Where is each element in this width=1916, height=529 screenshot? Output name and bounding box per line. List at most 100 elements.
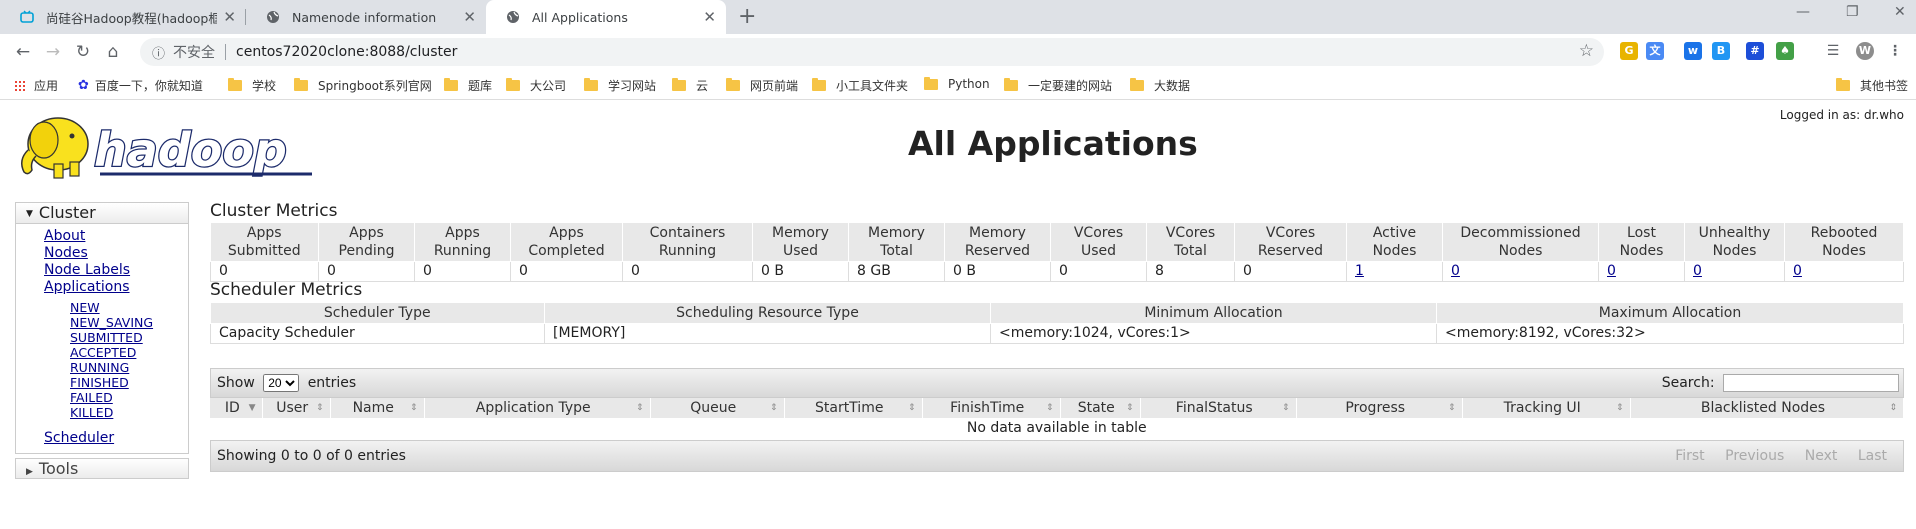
- bookmark-baidu[interactable]: ✿ 百度一下，你就知道: [78, 77, 203, 94]
- sidebar-item-running[interactable]: RUNNING: [70, 360, 129, 375]
- address-bar[interactable]: ⓘ 不安全 centos72020clone:8088/cluster ☆: [140, 38, 1604, 66]
- sort-icon: ⇕: [1889, 403, 1897, 413]
- header-unhealthy-nodes: Unhealthy Nodes: [1684, 223, 1785, 262]
- bookmark-folder-cloud[interactable]: 云: [672, 77, 708, 94]
- entries-select[interactable]: 20: [263, 374, 300, 392]
- hadoop-logo[interactable]: hadoop: [16, 106, 316, 186]
- sidebar-item-killed[interactable]: KILLED: [70, 405, 113, 420]
- sidebar-section-cluster[interactable]: ▼ Cluster: [16, 203, 188, 224]
- sidebar-item-new-saving[interactable]: NEW_SAVING: [70, 315, 153, 330]
- sidebar-item-about[interactable]: About: [44, 228, 85, 244]
- sort-icon: ⇕: [1615, 403, 1624, 413]
- search-input[interactable]: [1723, 374, 1899, 392]
- column-header-user[interactable]: User ⇕: [262, 398, 331, 419]
- bookmark-folder-tools[interactable]: 小工具文件夹: [812, 77, 908, 94]
- maximum-allocation-value: <memory:8192, vCores:32>: [1436, 323, 1904, 344]
- bookmark-label: 网页前端: [750, 79, 799, 93]
- browser-toolbar: ← → ↻ ⌂ ⓘ 不安全 centos72020clone:8088/clus…: [0, 34, 1916, 70]
- home-icon[interactable]: ⌂: [98, 42, 128, 62]
- header-containers-running: Containers Running: [622, 223, 753, 262]
- caret-right-icon: ▶: [26, 467, 33, 477]
- column-header-finishtime[interactable]: FinishTime ⇕: [922, 398, 1061, 419]
- metric-value-unhealthy-nodes: 0: [1684, 261, 1785, 282]
- bookmark-folder-questions[interactable]: 题库: [444, 77, 492, 94]
- sidebar-item-failed[interactable]: FAILED: [70, 390, 113, 405]
- pager-first[interactable]: First: [1675, 448, 1704, 464]
- info-icon[interactable]: ⓘ: [152, 43, 165, 62]
- column-header-tracking-ui[interactable]: Tracking UI ⇕: [1462, 398, 1631, 419]
- column-header-finalstatus[interactable]: FinalStatus ⇕: [1140, 398, 1297, 419]
- extension-hash-icon[interactable]: #: [1746, 42, 1764, 60]
- bookmark-folder-python[interactable]: Python: [924, 76, 990, 91]
- pager-previous[interactable]: Previous: [1725, 448, 1784, 464]
- nodes-link[interactable]: 0: [1451, 263, 1460, 279]
- bookmark-apps[interactable]: 应用: [14, 77, 58, 94]
- extension-w-icon[interactable]: w: [1684, 42, 1702, 60]
- bilibili-icon: [20, 10, 34, 23]
- bookmark-star-icon[interactable]: ☆: [1579, 41, 1594, 61]
- column-header-name[interactable]: Name ⇕: [330, 398, 425, 419]
- page-title: All Applications: [908, 124, 1198, 163]
- sidebar-item-node-labels[interactable]: Node Labels: [44, 262, 130, 278]
- column-header-state[interactable]: State ⇕: [1060, 398, 1141, 419]
- extension-b-icon[interactable]: B: [1712, 42, 1730, 60]
- sidebar-item-scheduler[interactable]: Scheduler: [44, 430, 114, 446]
- bookmark-folder-learning[interactable]: 学习网站: [584, 77, 656, 94]
- bookmark-folder-bigdata[interactable]: 大数据: [1130, 77, 1190, 94]
- nodes-link[interactable]: 0: [1607, 263, 1616, 279]
- tab-namenode-information[interactable]: Namenode information ✕: [246, 0, 486, 34]
- column-header-starttime[interactable]: StartTime ⇕: [784, 398, 923, 419]
- close-icon[interactable]: ✕: [223, 8, 236, 26]
- nodes-link[interactable]: 1: [1355, 263, 1364, 279]
- bookmark-folder-frontend[interactable]: 网页前端: [726, 77, 798, 94]
- column-header-id[interactable]: ID ▼: [210, 398, 263, 419]
- header-minimum-allocation: Minimum Allocation: [990, 303, 1437, 324]
- extension-g-icon[interactable]: G: [1620, 42, 1638, 60]
- column-header-queue[interactable]: Queue ⇕: [650, 398, 785, 419]
- bookmark-folder-school[interactable]: 学校: [228, 77, 276, 94]
- sort-icon: ⇕: [1281, 403, 1290, 413]
- back-icon[interactable]: ←: [8, 42, 38, 62]
- tab-hadoop-tutorial[interactable]: 尚硅谷Hadoop教程(hadoop框 ✕: [0, 0, 246, 34]
- folder-icon: [812, 78, 826, 91]
- menu-icon[interactable]: ⋮: [1886, 42, 1904, 60]
- sidebar-section-tools[interactable]: ▶ Tools: [15, 458, 189, 479]
- nodes-link[interactable]: 0: [1793, 263, 1802, 279]
- forward-icon[interactable]: →: [38, 42, 68, 62]
- restore-icon[interactable]: ❐: [1846, 4, 1859, 20]
- pagination: First Previous Next Last: [1659, 448, 1887, 464]
- window-close-icon[interactable]: ✕: [1894, 4, 1906, 20]
- extension-green-icon[interactable]: ♠: [1776, 42, 1794, 60]
- close-icon[interactable]: ✕: [463, 8, 476, 26]
- nodes-link[interactable]: 0: [1693, 263, 1702, 279]
- table-row: Capacity Scheduler [MEMORY] <memory:1024…: [210, 323, 1904, 344]
- pager-next[interactable]: Next: [1805, 448, 1838, 464]
- sidebar-item-accepted[interactable]: ACCEPTED: [70, 345, 136, 360]
- reload-icon[interactable]: ↻: [68, 42, 98, 62]
- sidebar-item-new[interactable]: NEW: [70, 300, 100, 315]
- sidebar-item-applications[interactable]: Applications: [44, 279, 130, 295]
- header-apps-submitted: Apps Submitted: [210, 223, 319, 262]
- sidebar-item-finished[interactable]: FINISHED: [70, 375, 129, 390]
- reading-list-icon[interactable]: ☰: [1824, 42, 1842, 60]
- close-icon[interactable]: ✕: [703, 8, 716, 26]
- column-header-application-type[interactable]: Application Type ⇕: [424, 398, 651, 419]
- new-tab-icon[interactable]: +: [738, 4, 756, 29]
- bookmark-folder-springboot[interactable]: Springboot系列官网: [294, 77, 432, 94]
- sidebar-item-submitted[interactable]: SUBMITTED: [70, 330, 143, 345]
- bookmark-folder-other[interactable]: 其他书签: [1836, 77, 1908, 94]
- pager-last[interactable]: Last: [1858, 448, 1887, 464]
- tab-all-applications[interactable]: All Applications ✕: [486, 0, 726, 34]
- folder-icon: [444, 78, 458, 91]
- bookmark-label: 学校: [252, 79, 277, 93]
- bookmark-folder-must-build[interactable]: 一定要建的网站: [1004, 77, 1112, 94]
- translate-icon[interactable]: 文: [1646, 42, 1664, 60]
- column-header-progress[interactable]: Progress ⇕: [1296, 398, 1463, 419]
- metric-value-decommissioned-nodes: 0: [1442, 261, 1599, 282]
- bookmark-folder-companies[interactable]: 大公司: [506, 77, 566, 94]
- column-header-blacklisted-nodes[interactable]: Blacklisted Nodes ⇕: [1630, 398, 1904, 419]
- sidebar-item-nodes[interactable]: Nodes: [44, 245, 88, 261]
- sort-desc-icon: ▼: [248, 403, 256, 413]
- minimize-icon[interactable]: —: [1796, 4, 1810, 20]
- profile-avatar[interactable]: W: [1856, 42, 1874, 60]
